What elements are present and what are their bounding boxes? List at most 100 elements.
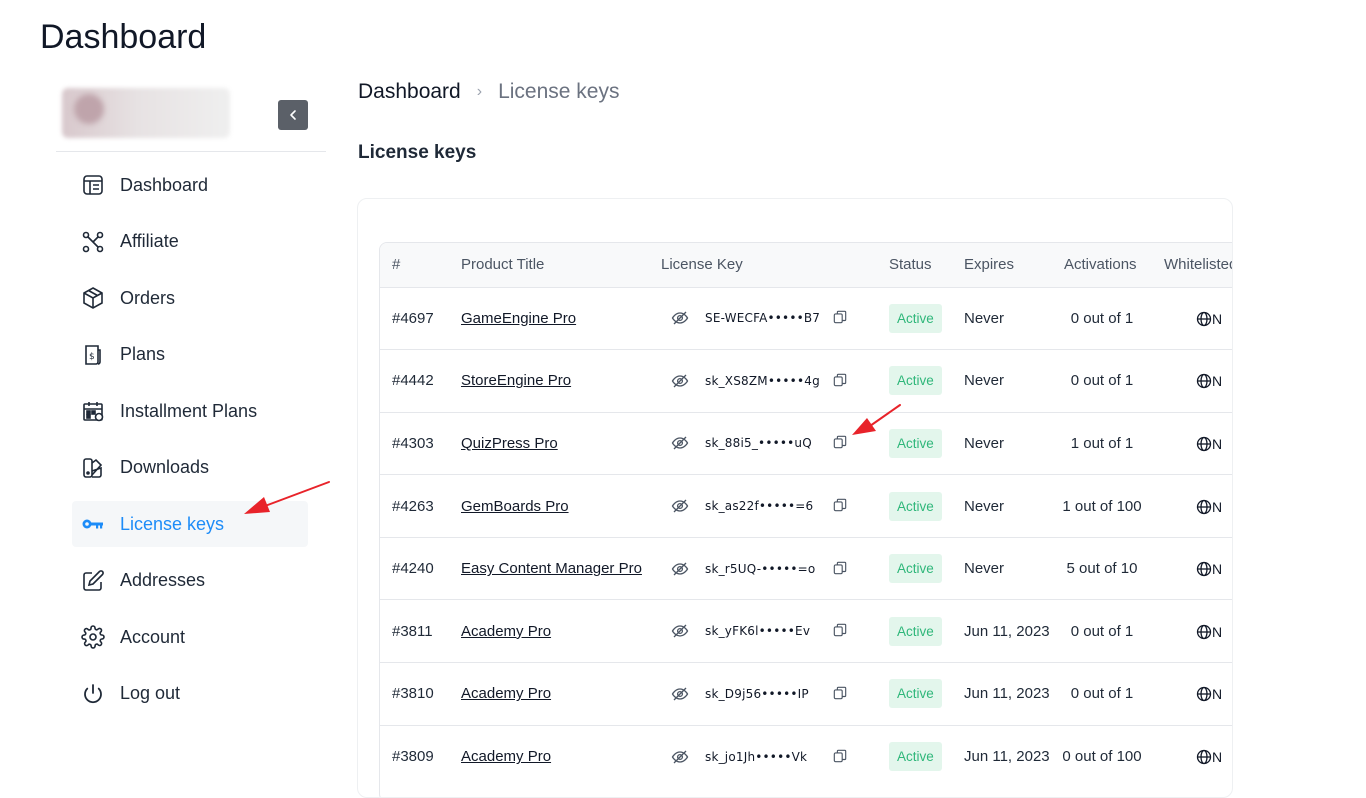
header-status: Status <box>889 256 932 274</box>
sidebar-item-installment-plans[interactable]: Installment Plans <box>72 388 308 434</box>
product-title-link[interactable]: Academy Pro <box>461 748 551 765</box>
sidebar-item-label: License keys <box>120 513 225 534</box>
status-badge: Active <box>889 679 942 709</box>
copy-icon[interactable] <box>833 498 849 514</box>
sidebar-item-account[interactable]: Account <box>72 614 308 660</box>
whitelist-value: N <box>1212 373 1223 390</box>
copy-icon[interactable] <box>833 561 849 577</box>
page-title: Dashboard <box>40 18 207 56</box>
globe-icon <box>1196 436 1212 452</box>
eye-off-icon[interactable] <box>671 560 689 578</box>
edit-icon <box>80 568 106 594</box>
activations-value: 0 out of 1 <box>1070 685 1134 703</box>
whitelist-value: N <box>1212 749 1223 766</box>
whitelist-value: N <box>1212 310 1223 327</box>
sidebar-nav: Dashboard Affiliate Orders $ Plans Insta… <box>72 162 308 727</box>
globe-icon <box>1196 624 1212 640</box>
sidebar-item-logout[interactable]: Log out <box>72 671 308 717</box>
globe-icon <box>1196 373 1212 389</box>
avatar <box>74 94 104 124</box>
activations-value: 5 out of 10 <box>1066 560 1138 578</box>
copy-icon[interactable] <box>833 373 849 389</box>
table-row: #4697 GameEngine Pro SE-WECFA•••••B7 Active… <box>380 287 1232 350</box>
sidebar-item-dashboard[interactable]: Dashboard <box>72 162 308 208</box>
product-title-link[interactable]: QuizPress Pro <box>461 435 558 452</box>
activations-value: 0 out of 1 <box>1070 622 1134 640</box>
license-keys-table-wrapper[interactable]: # Product Title License Key Status Expir… <box>379 242 1233 797</box>
license-key-value: sk_88i5_•••••uQ <box>705 436 812 451</box>
table-row: #4263 GemBoards Pro sk_as22f•••••=6 Active N… <box>380 474 1232 538</box>
expires-value: Never <box>964 309 1005 327</box>
license-key-value: sk_as22f•••••=6 <box>705 499 814 514</box>
status-badge: Active <box>889 742 942 772</box>
row-id: #3810 <box>392 685 434 703</box>
row-id: #4240 <box>392 560 434 578</box>
breadcrumb-current: License keys <box>498 80 620 103</box>
expires-value: Never <box>964 560 1005 578</box>
row-id: #4442 <box>392 372 434 390</box>
expires-value: Jun 11, 2023 <box>964 622 1050 640</box>
copy-icon[interactable] <box>833 310 849 326</box>
status-badge: Active <box>889 428 942 458</box>
license-key-value: sk_jo1Jh•••••Vk <box>705 749 808 764</box>
whitelist-value: N <box>1212 498 1223 515</box>
eye-off-icon[interactable] <box>671 434 689 452</box>
product-title-link[interactable]: GameEngine Pro <box>461 310 576 327</box>
table-row: #3810 Academy Pro sk_D9j56•••••IP Active Jun… <box>380 662 1232 726</box>
sidebar-item-label: Downloads <box>120 457 210 477</box>
eye-off-icon[interactable] <box>671 309 689 327</box>
header-license-key: License Key <box>661 256 743 274</box>
header-whitelisted: Whitelisted <box>1164 256 1233 274</box>
sidebar-item-affiliate[interactable]: Affiliate <box>72 219 308 265</box>
table-header-row: # Product Title License Key Status Expir… <box>380 243 1233 287</box>
sidebar-item-label: Affiliate <box>120 231 179 251</box>
product-title-link[interactable]: Academy Pro <box>461 623 551 640</box>
downloads-icon <box>80 455 106 481</box>
header-activations: Activations <box>1064 256 1137 274</box>
sidebar-item-orders[interactable]: Orders <box>72 275 308 321</box>
globe-icon <box>1196 686 1212 702</box>
status-badge: Active <box>889 366 942 396</box>
globe-icon <box>1196 311 1212 327</box>
product-title-link[interactable]: StoreEngine Pro <box>461 372 571 389</box>
breadcrumb-home-link[interactable]: Dashboard <box>358 80 461 104</box>
copy-icon[interactable] <box>833 686 849 702</box>
sidebar-item-label: Orders <box>120 287 176 308</box>
eye-off-icon[interactable] <box>671 372 689 390</box>
row-id: #4697 <box>392 309 434 327</box>
row-id: #4263 <box>392 497 434 515</box>
collapse-sidebar-button[interactable] <box>278 100 308 130</box>
expires-value: Never <box>964 372 1005 390</box>
header-id: # <box>392 256 401 274</box>
box-icon <box>80 285 106 311</box>
sidebar-item-addresses[interactable]: Addresses <box>72 558 308 604</box>
plans-icon: $ <box>80 342 106 368</box>
sidebar-item-label: Account <box>120 626 186 647</box>
whitelist-value: N <box>1212 686 1223 703</box>
breadcrumb-separator: › <box>476 83 483 100</box>
license-key-value: sk_yFK6l•••••Ev <box>705 624 811 639</box>
status-badge: Active <box>889 616 942 646</box>
sidebar-item-license-keys[interactable]: License keys <box>72 501 308 547</box>
copy-icon[interactable] <box>833 749 849 765</box>
eye-off-icon[interactable] <box>671 685 689 703</box>
eye-off-icon[interactable] <box>671 748 689 766</box>
sidebar-item-label: Plans <box>120 344 166 364</box>
chevron-left-icon <box>290 110 296 120</box>
activations-value: 0 out of 1 <box>1070 309 1134 327</box>
sidebar-item-plans[interactable]: $ Plans <box>72 332 308 378</box>
copy-icon[interactable] <box>833 435 849 451</box>
dashboard-icon <box>80 172 106 198</box>
globe-icon <box>1196 749 1212 765</box>
product-title-link[interactable]: GemBoards Pro <box>461 498 569 515</box>
eye-off-icon[interactable] <box>671 622 689 640</box>
sidebar-item-downloads[interactable]: Downloads <box>72 445 308 491</box>
copy-icon[interactable] <box>833 623 849 639</box>
product-title-link[interactable]: Easy Content Manager Pro <box>461 560 642 577</box>
eye-off-icon[interactable] <box>671 497 689 515</box>
activations-value: 1 out of 100 <box>1062 497 1142 515</box>
product-title-link[interactable]: Academy Pro <box>461 685 551 702</box>
header-expires: Expires <box>964 256 1015 274</box>
whitelist-value: N <box>1212 561 1223 578</box>
key-icon <box>80 511 106 537</box>
